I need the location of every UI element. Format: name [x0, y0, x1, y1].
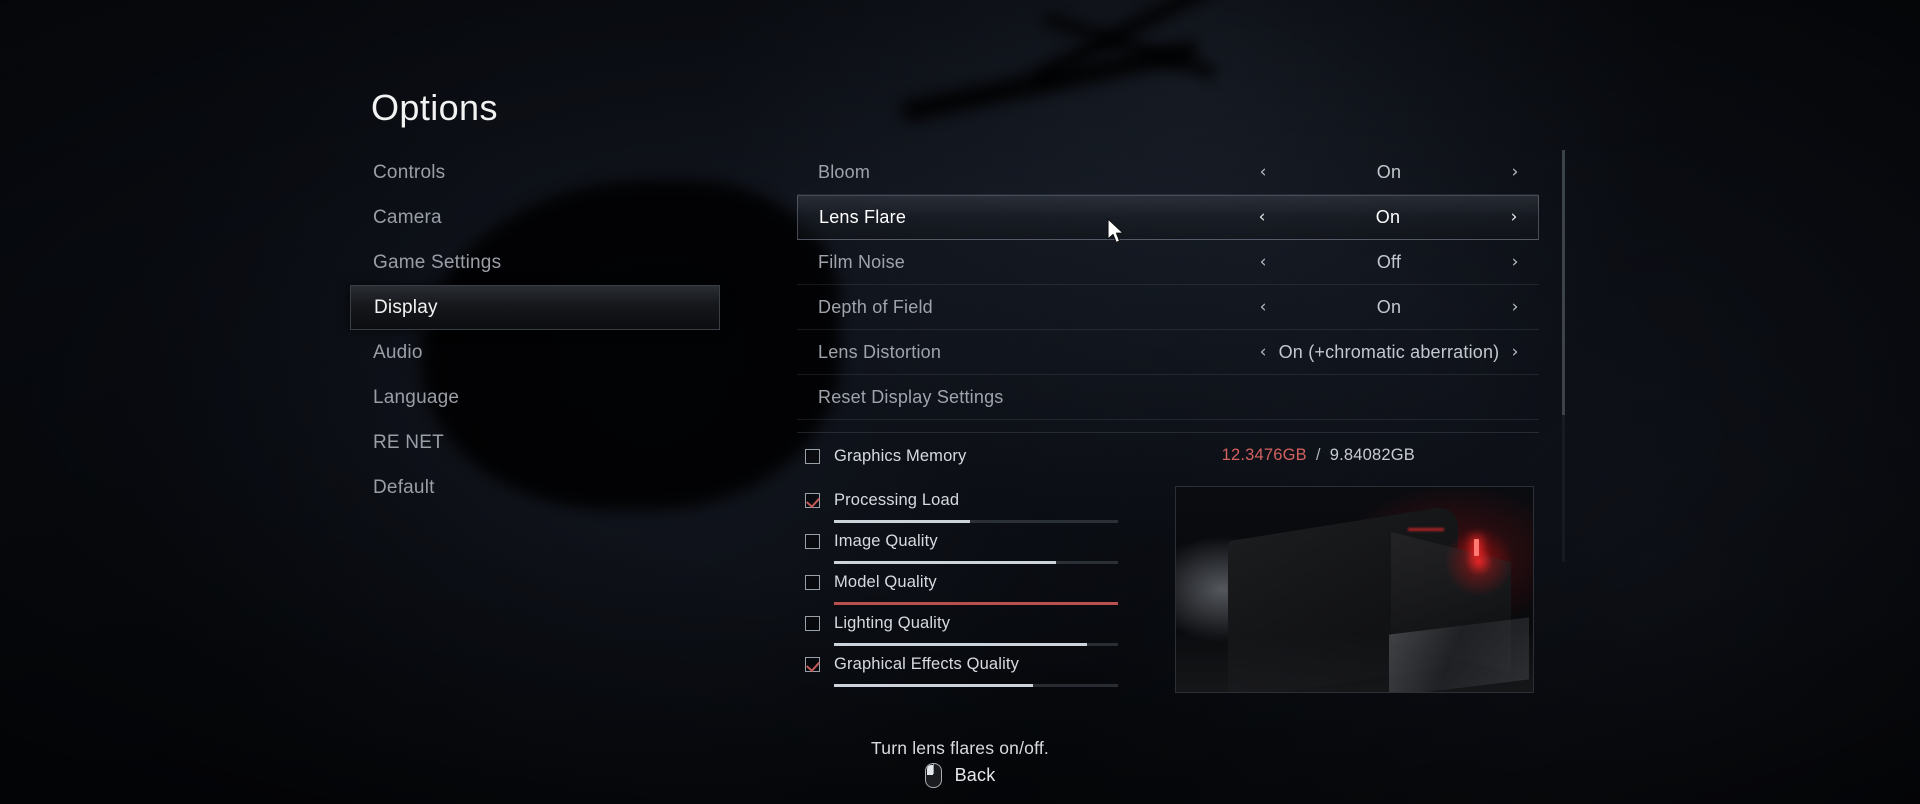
back-label: Back: [954, 765, 996, 785]
sidebar-item-display[interactable]: Display: [350, 285, 720, 330]
setting-row-lens-flare[interactable]: Lens Flare ‹ On ›: [797, 195, 1539, 240]
setting-value: On (+chromatic aberration): [1278, 341, 1500, 362]
setting-value-control: ‹ On ›: [1238, 196, 1538, 239]
setting-value: On: [1376, 161, 1402, 182]
setting-value-control: ‹ On ›: [1239, 150, 1539, 194]
chevron-right-icon[interactable]: ›: [1505, 163, 1525, 181]
sidebar-item-camera[interactable]: Camera: [350, 195, 720, 240]
chevron-right-icon[interactable]: ›: [1505, 343, 1525, 361]
section-divider: [797, 432, 1539, 433]
graphics-memory-used: 12.3476GB: [1221, 446, 1307, 464]
sidebar-item-label: Audio: [373, 341, 423, 363]
sidebar-item-game-settings[interactable]: Game Settings: [350, 240, 720, 285]
graphics-memory-separator: /: [1315, 446, 1321, 464]
setting-label: Bloom: [818, 161, 871, 182]
quality-bar-label: Graphical Effects Quality: [834, 654, 1020, 673]
sidebar-item-label: Controls: [373, 161, 446, 183]
quality-bar-label: Image Quality: [834, 531, 938, 550]
sidebar-item-re-net[interactable]: RE NET: [350, 420, 720, 465]
quality-bar-fill: [834, 643, 1087, 646]
chevron-left-icon[interactable]: ‹: [1253, 253, 1273, 271]
sidebar-item-label: RE NET: [373, 431, 444, 453]
setting-label: Reset Display Settings: [818, 386, 1004, 407]
setting-row-bloom[interactable]: Bloom ‹ On ›: [797, 150, 1539, 195]
setting-row-lens-distortion[interactable]: Lens Distortion ‹ On (+chromatic aberratio…: [797, 330, 1539, 375]
setting-value: On: [1375, 207, 1401, 227]
sidebar-item-controls[interactable]: Controls: [350, 150, 720, 195]
setting-row-reset-display-settings[interactable]: Reset Display Settings: [797, 375, 1539, 420]
quality-bar-track: [834, 643, 1118, 646]
setting-value-control: ‹ On (+chromatic aberration) ›: [1239, 330, 1539, 374]
quality-bar-track: [834, 520, 1118, 523]
graphics-memory-values: 12.3476GB / 9.84082GB: [1222, 446, 1415, 465]
quality-bar-checkbox[interactable]: [805, 615, 820, 631]
sidebar-item-label: Default: [373, 476, 435, 498]
chevron-left-icon[interactable]: ‹: [1253, 163, 1273, 181]
quality-bar-label: Lighting Quality: [834, 613, 951, 632]
chevron-left-icon[interactable]: ‹: [1253, 343, 1273, 361]
graphics-preview-thumbnail: [1175, 486, 1534, 693]
mouse-cursor: [1107, 218, 1124, 244]
setting-label: Film Noise: [818, 251, 906, 272]
chevron-left-icon[interactable]: ‹: [1253, 298, 1273, 316]
sidebar-item-label: Camera: [373, 206, 442, 228]
right-mouse-button-icon: [924, 763, 942, 788]
chevron-right-icon[interactable]: ›: [1505, 253, 1525, 271]
setting-value: On: [1376, 296, 1402, 317]
sidebar-item-default[interactable]: Default: [350, 465, 720, 510]
quality-bar-checkbox[interactable]: [805, 492, 820, 508]
setting-row-depth-of-field[interactable]: Depth of Field ‹ On ›: [797, 285, 1539, 330]
quality-bar-checkbox[interactable]: [805, 656, 820, 672]
quality-bar-fill: [834, 684, 1033, 687]
sidebar-item-audio[interactable]: Audio: [350, 330, 720, 375]
preview-light-streak: [1408, 528, 1444, 531]
setting-description: Turn lens flares on/off.: [871, 738, 1049, 758]
chevron-right-icon[interactable]: ›: [1504, 209, 1524, 226]
sidebar-item-label: Language: [373, 386, 460, 408]
page-title: Options: [371, 87, 498, 128]
sidebar-item-label: Display: [374, 296, 438, 318]
quality-bar-label: Processing Load: [834, 490, 960, 509]
quality-bar-fill: [834, 602, 1118, 605]
graphics-memory-total: 9.84082GB: [1329, 446, 1415, 464]
game-options-screen: Options Controls Camera Game Settings Displ…: [0, 0, 1920, 804]
graphics-memory-label: Graphics Memory: [834, 446, 967, 465]
chevron-right-icon[interactable]: ›: [1505, 298, 1525, 316]
sidebar-item-language[interactable]: Language: [350, 375, 720, 420]
setting-label: Lens Flare: [819, 207, 907, 227]
preview-red-glow: [1444, 527, 1514, 597]
setting-label: Lens Distortion: [818, 341, 942, 362]
quality-bar-fill: [834, 520, 971, 523]
sidebar: Controls Camera Game Settings Display Audio L…: [350, 150, 720, 510]
settings-list: Bloom ‹ On › Lens Flare ‹ On › Film Noise ‹ Off › De…: [797, 150, 1539, 433]
quality-bar-track: [834, 561, 1118, 564]
setting-row-film-noise[interactable]: Film Noise ‹ Off ›: [797, 240, 1539, 285]
quality-bar-label: Model Quality: [834, 572, 937, 591]
chevron-left-icon[interactable]: ‹: [1252, 209, 1272, 226]
setting-label: Depth of Field: [818, 296, 933, 317]
quality-bar-fill: [834, 561, 1056, 564]
quality-bar-checkbox[interactable]: [805, 574, 820, 590]
graphics-memory-checkbox[interactable]: [805, 448, 820, 464]
setting-value-control: ‹ On ›: [1239, 285, 1539, 329]
graphics-memory-row[interactable]: Graphics Memory 12.3476GB / 9.84082GB: [805, 444, 1550, 488]
sidebar-item-label: Game Settings: [373, 251, 502, 273]
back-prompt[interactable]: Back: [0, 763, 1920, 788]
setting-value-control: ‹ Off ›: [1239, 240, 1539, 284]
quality-bar-track: [834, 684, 1118, 687]
preview-red-led: [1474, 539, 1479, 556]
setting-value: Off: [1376, 251, 1402, 272]
scrollbar-thumb[interactable]: [1562, 150, 1565, 415]
quality-bar-track: [834, 602, 1118, 605]
quality-bar-checkbox[interactable]: [805, 533, 820, 549]
